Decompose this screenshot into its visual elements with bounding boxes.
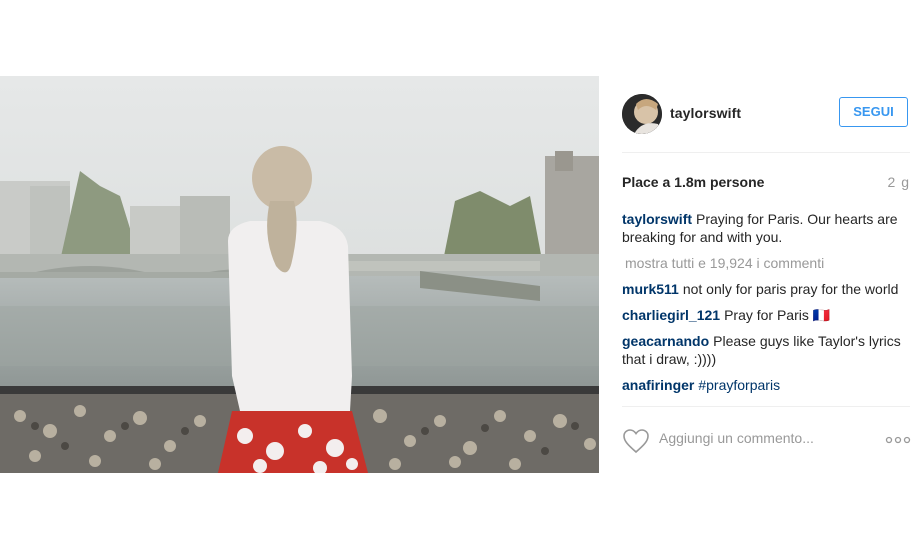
hashtag-link[interactable]: #prayforparis (698, 377, 780, 393)
comment-item: murk511 not only for paris pray for the w… (622, 280, 912, 298)
add-comment-input[interactable] (659, 430, 839, 446)
post-side-panel: taylorswift SEGUI Place a 1.8m persone 2… (599, 76, 918, 473)
comment-item: geacarnando Please guys like Taylor's lyr… (622, 332, 912, 368)
comment-username[interactable]: geacarnando (622, 333, 709, 349)
view-all-comments-link[interactable]: mostra tutti e 19,924 i commenti (622, 254, 912, 272)
comment-text: Pray for Paris 🇫🇷 (724, 307, 831, 323)
comment-username[interactable]: anafiringer (622, 377, 694, 393)
comments-list[interactable]: taylorswift Praying for Paris. Our hearts… (622, 210, 912, 406)
like-button[interactable] (622, 428, 650, 454)
likes-count[interactable]: Place a 1.8m persone (622, 174, 764, 190)
avatar[interactable] (622, 94, 662, 134)
post-time[interactable]: 2 g (888, 174, 910, 190)
header-username[interactable]: taylorswift (670, 105, 741, 121)
comment-text: not only for paris pray for the world (682, 281, 899, 297)
post-header: taylorswift SEGUI (599, 76, 918, 152)
caption-username[interactable]: taylorswift (622, 211, 692, 227)
more-options-icon (885, 436, 911, 444)
comment-item: anafiringer #prayforparis (622, 376, 912, 394)
comment-item: charliegirl_121 Pray for Paris 🇫🇷 (622, 306, 912, 324)
more-options-button[interactable] (885, 432, 911, 444)
divider (622, 152, 910, 153)
follow-button[interactable]: SEGUI (839, 97, 908, 127)
divider (622, 406, 910, 407)
comment-username[interactable]: charliegirl_121 (622, 307, 720, 323)
caption: taylorswift Praying for Paris. Our hearts… (622, 210, 912, 246)
heart-icon (623, 429, 649, 454)
avatar-image (622, 94, 662, 134)
post-image (0, 76, 599, 473)
post-photo[interactable] (0, 76, 599, 473)
comment-username[interactable]: murk511 (622, 281, 679, 297)
